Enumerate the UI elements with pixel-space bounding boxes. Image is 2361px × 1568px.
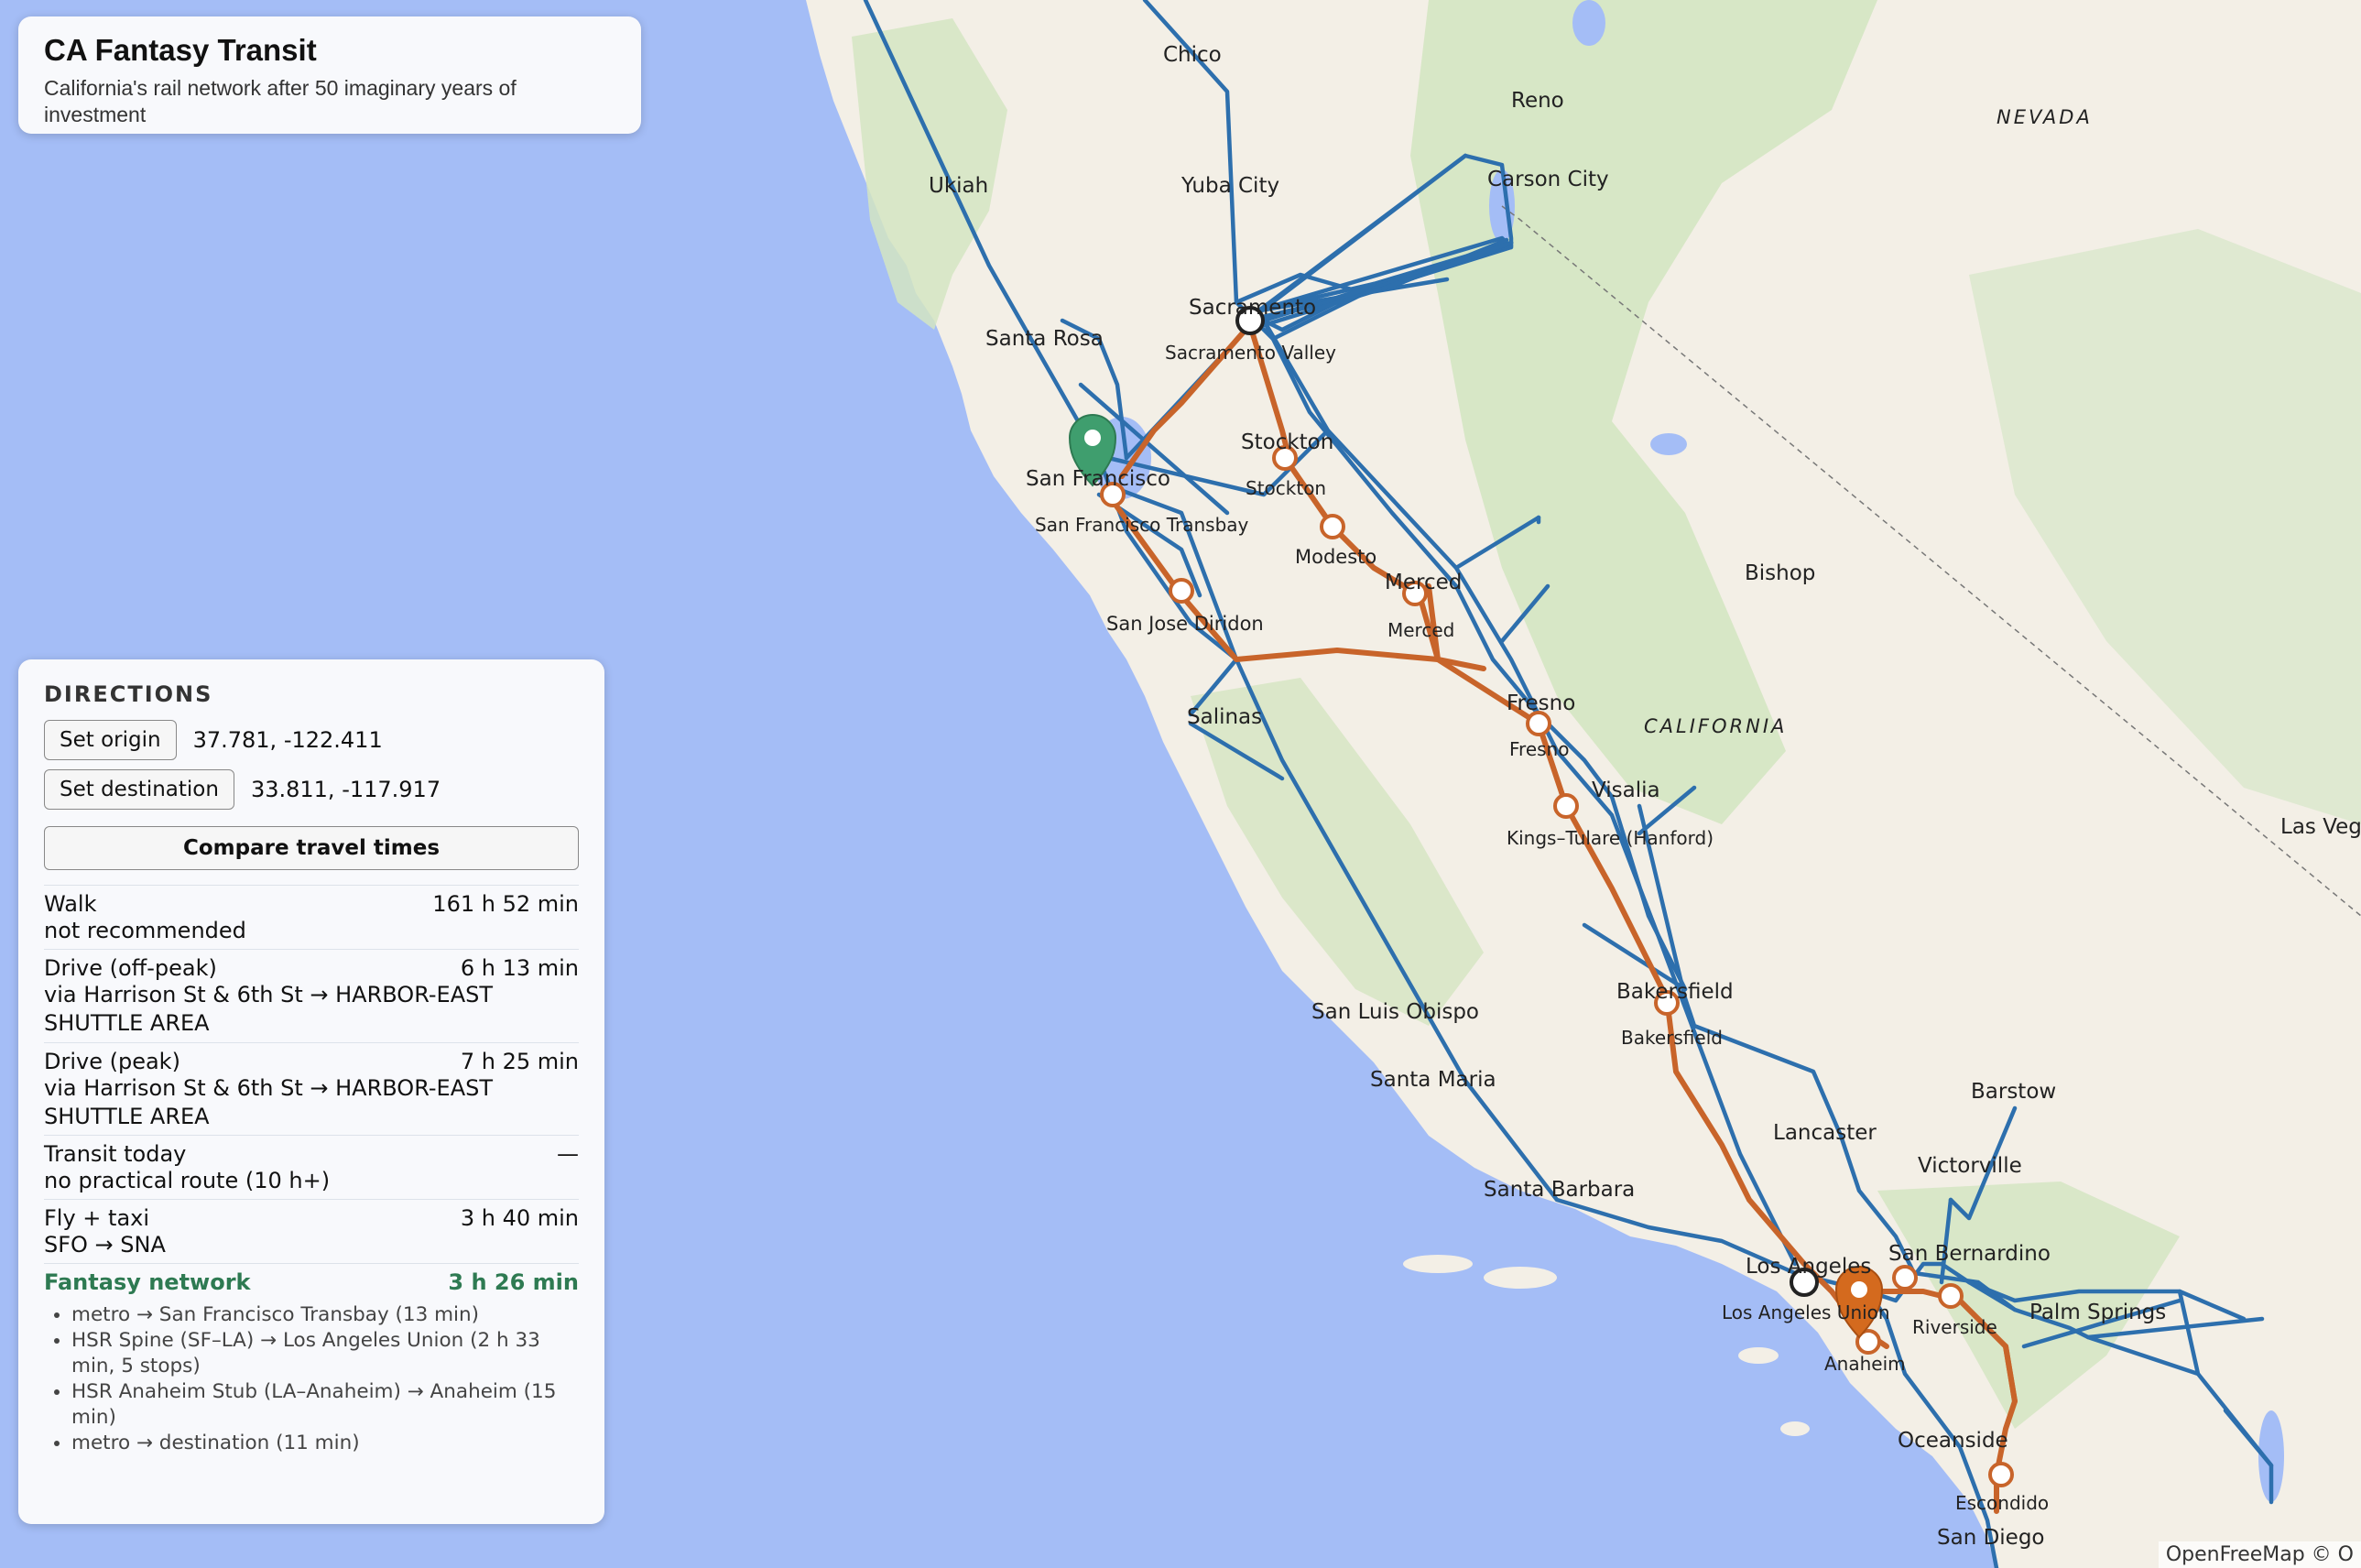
- city-label: Modesto: [1295, 546, 1376, 568]
- result-detail: via Harrison St & 6th St → HARBOR-EAST S…: [44, 1074, 494, 1129]
- city-label: San Bernardino: [1888, 1242, 2051, 1266]
- destination-row: Set destination 33.811, -117.917: [44, 769, 579, 810]
- station-label: San Francisco Transbay: [1035, 514, 1249, 536]
- station-label: Anaheim: [1824, 1353, 1906, 1375]
- city-label: Lancaster: [1773, 1121, 1877, 1145]
- result-transit-today: Transit today — no practical route (10 h+…: [44, 1134, 579, 1199]
- result-detail: SFO → SNA: [44, 1232, 166, 1258]
- city-label: Merced: [1385, 571, 1462, 594]
- station-label: Bakersfield: [1621, 1027, 1723, 1049]
- result-detail: via Harrison St & 6th St → HARBOR-EAST S…: [44, 982, 494, 1037]
- city-label: Santa Barbara: [1484, 1178, 1635, 1202]
- destination-coordinates: 33.811, -117.917: [250, 777, 441, 802]
- city-label: Victorville: [1918, 1154, 2022, 1178]
- city-label: Palm Springs: [2029, 1301, 2166, 1324]
- directions-panel: DIRECTIONS Set origin 37.781, -122.411 S…: [18, 659, 604, 1524]
- app-title: CA Fantasy Transit: [44, 33, 317, 67]
- station-label: Kings–Tulare (Hanford): [1507, 827, 1714, 849]
- compare-travel-times-button[interactable]: Compare travel times: [44, 826, 579, 870]
- city-label: Reno: [1511, 89, 1564, 113]
- island-3: [1738, 1347, 1779, 1364]
- fantasy-step: HSR Spine (SF–LA) → Los Angeles Union (2…: [71, 1328, 579, 1379]
- result-time: 6 h 13 min: [460, 955, 579, 982]
- result-time: —: [557, 1140, 579, 1167]
- fantasy-steps: metro → San Francisco Transbay (13 min) …: [44, 1302, 579, 1456]
- city-label: Yuba City: [1180, 174, 1279, 198]
- city-label: Las Vegas: [2280, 815, 2361, 839]
- station-label: Sacramento Valley: [1165, 342, 1336, 364]
- result-mode: Drive (off-peak): [44, 955, 217, 982]
- station-label: Escondido: [1955, 1492, 2049, 1514]
- station-label: Merced: [1387, 619, 1454, 641]
- city-label: Sacramento: [1189, 296, 1316, 320]
- result-time: 7 h 25 min: [460, 1048, 579, 1074]
- directions-heading: DIRECTIONS: [44, 681, 213, 707]
- lake-mono: [1650, 433, 1687, 455]
- city-label: Santa Rosa: [985, 327, 1104, 351]
- city-label: Chico: [1163, 43, 1222, 67]
- result-time: 3 h 40 min: [460, 1205, 579, 1232]
- result-detail: no practical route (10 h+): [44, 1167, 331, 1193]
- island-1: [1403, 1255, 1473, 1273]
- city-label: Bishop: [1745, 561, 1815, 585]
- region-label: NEVADA: [1997, 106, 2093, 128]
- city-label: Barstow: [1971, 1080, 2056, 1104]
- result-walk: Walk 161 h 52 min not recommended: [44, 885, 579, 949]
- result-fly-taxi: Fly + taxi 3 h 40 min SFO → SNA: [44, 1199, 579, 1263]
- origin-coordinates: 37.781, -122.411: [192, 727, 383, 753]
- station-label: Fresno: [1509, 738, 1569, 760]
- set-destination-button[interactable]: Set destination: [44, 769, 234, 810]
- island-4: [1780, 1421, 1810, 1436]
- island-2: [1484, 1267, 1557, 1289]
- city-label: Visalia: [1592, 779, 1660, 802]
- app-subtitle: California's rail network after 50 imagi…: [44, 76, 517, 126]
- region-label: CALIFORNIA: [1644, 715, 1787, 737]
- station-label: Riverside: [1912, 1316, 1997, 1338]
- fantasy-step: HSR Anaheim Stub (LA–Anaheim) → Anaheim …: [71, 1379, 579, 1431]
- set-origin-button[interactable]: Set origin: [44, 720, 177, 760]
- fantasy-step: metro → destination (11 min): [71, 1431, 579, 1456]
- city-label: Carson City: [1487, 168, 1609, 191]
- station-label: San Jose Diridon: [1106, 613, 1264, 635]
- city-label: Fresno: [1507, 691, 1575, 715]
- city-label: Ukiah: [929, 174, 988, 198]
- result-drive-peak: Drive (peak) 7 h 25 min via Harrison St &…: [44, 1041, 579, 1135]
- result-mode: Transit today: [44, 1140, 187, 1167]
- result-time: 161 h 52 min: [432, 891, 579, 917]
- result-mode: Fly + taxi: [44, 1205, 150, 1232]
- city-label: San Diego: [1937, 1526, 2045, 1550]
- city-label: Oceanside: [1898, 1429, 2008, 1453]
- city-label: San Francisco: [1026, 467, 1170, 491]
- fantasy-mode: Fantasy network: [44, 1269, 251, 1296]
- result-mode: Drive (peak): [44, 1048, 180, 1074]
- city-label: Santa Maria: [1370, 1068, 1496, 1092]
- city-label: San Luis Obispo: [1311, 1000, 1479, 1024]
- result-fantasy-network: Fantasy network 3 h 26 min metro → San Fr…: [44, 1263, 579, 1456]
- city-label: Salinas: [1187, 705, 1262, 729]
- city-label: Stockton: [1241, 430, 1333, 454]
- city-label: Bakersfield: [1616, 980, 1734, 1004]
- origin-row: Set origin 37.781, -122.411: [44, 720, 579, 760]
- map-attribution[interactable]: OpenFreeMap © O: [2158, 1541, 2361, 1568]
- city-label: Los Angeles: [1746, 1255, 1871, 1279]
- title-card: CA Fantasy Transit California's rail net…: [18, 16, 641, 134]
- station-label: Los Angeles Union: [1722, 1301, 1890, 1323]
- result-drive-offpeak: Drive (off-peak) 6 h 13 min via Harrison …: [44, 949, 579, 1041]
- result-mode: Walk: [44, 891, 97, 917]
- fantasy-time: 3 h 26 min: [448, 1269, 579, 1296]
- station-label: Stockton: [1246, 477, 1326, 499]
- lake-pyramid: [1572, 0, 1605, 46]
- result-detail: not recommended: [44, 918, 246, 943]
- fantasy-step: metro → San Francisco Transbay (13 min): [71, 1302, 579, 1328]
